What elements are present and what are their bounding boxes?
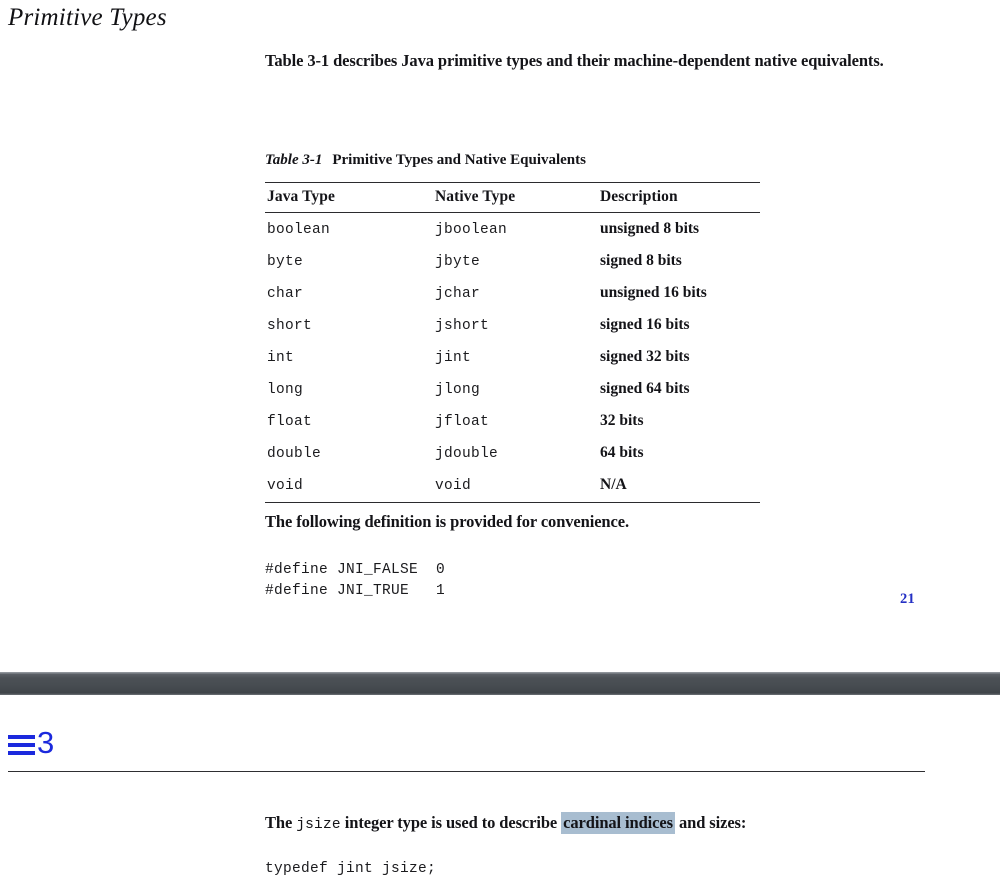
document-page-top: Primitive Types Table 3-1 describes Java… (0, 0, 1000, 665)
page-title: Primitive Types (8, 4, 167, 31)
cell-description: signed 8 bits (600, 252, 682, 269)
cell-native-type: jfloat (435, 414, 490, 430)
table-row: int jint signed 32 bits (265, 341, 760, 373)
highlighted-text[interactable]: cardinal indices (561, 812, 675, 834)
table-row: void void N/A (265, 469, 760, 503)
cell-native-type: jdouble (435, 446, 499, 462)
column-header-java-type: Java Type (265, 182, 433, 213)
chapter-marker: 3 (8, 725, 55, 760)
jsize-paragraph: The jsize integer type is used to descri… (265, 812, 747, 834)
hamburger-icon[interactable] (8, 734, 35, 757)
cell-native-type: jbyte (435, 254, 481, 270)
table-caption: Table 3-1 Primitive Types and Native Equi… (265, 150, 586, 170)
paragraph-text-middle: integer type is used to describe (340, 813, 562, 832)
cell-java-type: int (267, 350, 295, 366)
cell-description: unsigned 8 bits (600, 220, 700, 237)
primitive-types-table: Java Type Native Type Description boolea… (265, 182, 760, 503)
table-row: short jshort signed 16 bits (265, 309, 760, 341)
inline-code-jsize: jsize (296, 817, 341, 833)
cell-java-type: boolean (267, 222, 331, 238)
cell-description: signed 64 bits (600, 380, 690, 397)
cell-java-type: short (267, 318, 313, 334)
column-header-native-type: Native Type (433, 182, 598, 213)
cell-description: unsigned 16 bits (600, 284, 707, 301)
document-page-bottom: 3 The jsize integer type is used to desc… (0, 695, 1000, 877)
after-table-paragraph: The following definition is provided for… (265, 512, 629, 531)
table-row: long jlong signed 64 bits (265, 373, 760, 405)
cell-java-type: char (267, 286, 304, 302)
cell-native-type: jint (435, 350, 472, 366)
table-row: byte jbyte signed 8 bits (265, 245, 760, 277)
table-row: double jdouble 64 bits (265, 437, 760, 469)
cell-native-type: jlong (435, 382, 481, 398)
cell-description: 32 bits (600, 412, 644, 429)
cell-java-type: byte (267, 254, 304, 270)
cell-description: signed 16 bits (600, 316, 690, 333)
cell-java-type: long (267, 382, 304, 398)
page-separator-bar (0, 672, 1000, 695)
cell-java-type: float (267, 414, 313, 430)
cell-java-type: void (265, 469, 433, 503)
cell-description: 64 bits (600, 444, 644, 461)
paragraph-text-before: The (265, 813, 297, 832)
cell-native-type: jshort (435, 318, 490, 334)
table-row: float jfloat 32 bits (265, 405, 760, 437)
paragraph-text-tail: and sizes: (674, 813, 747, 832)
chapter-number: 3 (37, 725, 55, 760)
table-row: char jchar unsigned 16 bits (265, 277, 760, 309)
cell-native-type: jboolean (435, 222, 508, 238)
cell-java-type: double (267, 446, 322, 462)
typedef-code-line: typedef jint jsize; (265, 860, 437, 877)
table-row: boolean jboolean unsigned 8 bits (265, 213, 760, 246)
jni-define-code-block: #define JNI_FALSE 0 #define JNI_TRUE 1 (265, 561, 446, 599)
column-header-description: Description (598, 182, 760, 213)
cell-native-type: jchar (435, 286, 481, 302)
table-header-row: Java Type Native Type Description (265, 182, 760, 213)
intro-paragraph: Table 3-1 describes Java primitive types… (265, 51, 884, 70)
cell-description: N/A (598, 469, 760, 503)
table-caption-title: Primitive Types and Native Equivalents (332, 152, 586, 168)
cell-native-type: void (433, 469, 598, 503)
table-caption-label: Table 3-1 (265, 152, 323, 168)
page-number: 21 (900, 591, 916, 607)
section-divider-rule (8, 771, 925, 772)
cell-description: signed 32 bits (600, 348, 690, 365)
